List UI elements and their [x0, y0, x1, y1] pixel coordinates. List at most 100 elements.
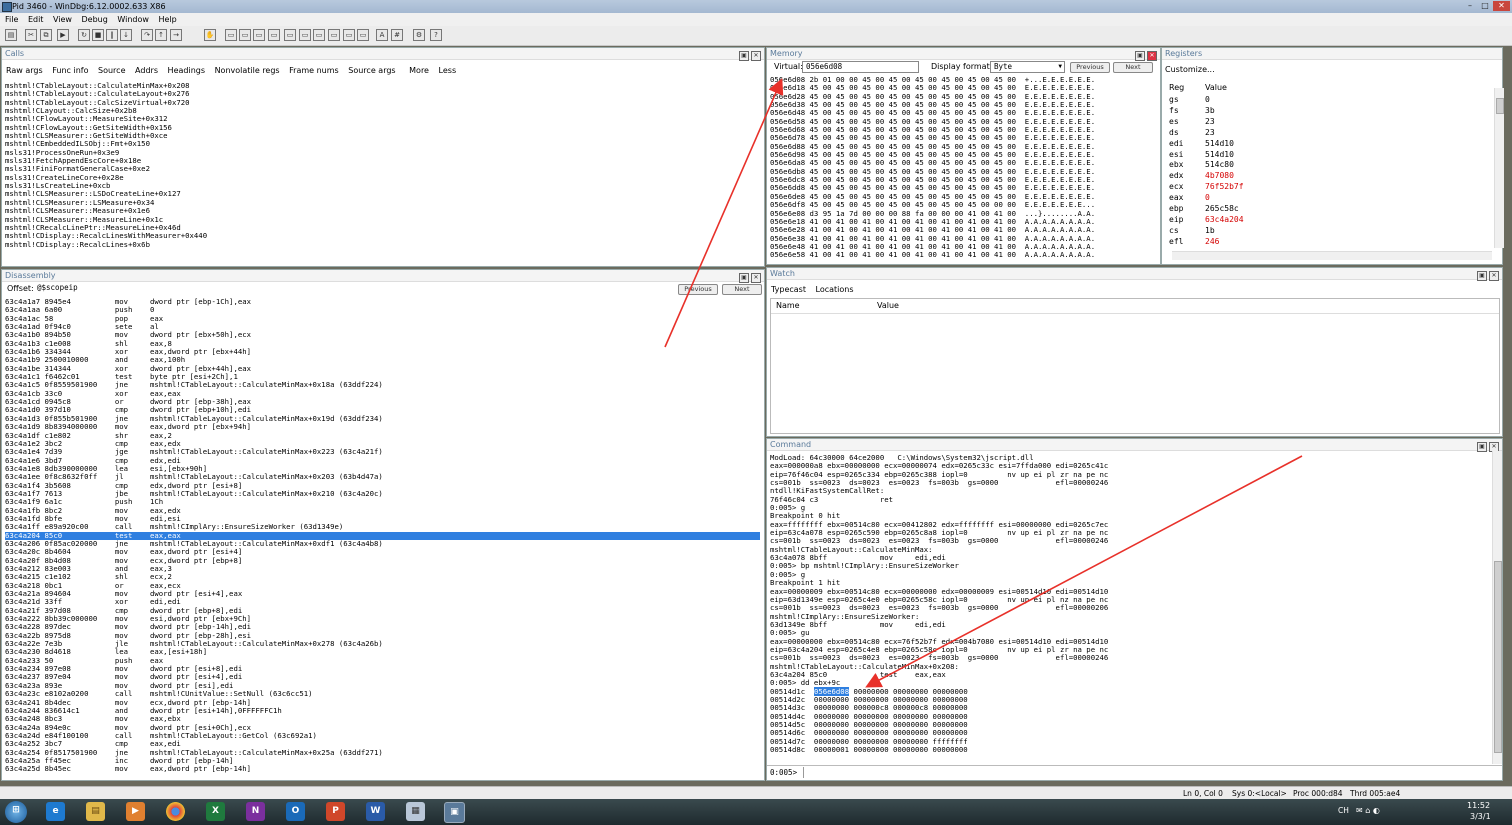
hand-icon[interactable]: ✋ [204, 29, 216, 41]
options-icon[interactable]: ⚙ [413, 29, 425, 41]
clock-date[interactable]: 3/3/1 [1470, 812, 1491, 821]
menu-help[interactable]: Help [158, 15, 176, 24]
headings-button[interactable]: Headings [168, 66, 205, 75]
register-row[interactable]: esi 514d10 [1162, 149, 1482, 160]
menu-window[interactable]: Window [117, 15, 149, 24]
scratch-pad-icon[interactable]: ▭ [328, 29, 340, 41]
explorer-icon[interactable]: ▤ [86, 802, 105, 821]
register-row[interactable]: gs 0 [1162, 94, 1482, 105]
nonvolatile-regs-button[interactable]: Nonvolatile regs [215, 66, 280, 75]
tray-icons[interactable]: ✉ ⌂ ◐ [1356, 806, 1380, 815]
register-value[interactable]: 23 [1205, 127, 1215, 138]
outlook-icon[interactable]: O [286, 802, 305, 821]
register-value[interactable]: 4b7080 [1205, 170, 1234, 181]
run-to-cursor-icon[interactable]: → [170, 29, 182, 41]
calls-window-icon[interactable]: ▭ [299, 29, 311, 41]
chrome-icon[interactable] [166, 802, 185, 821]
disassembly-previous-button[interactable]: Previous [678, 284, 718, 295]
memory-window-icon[interactable]: ▭ [284, 29, 296, 41]
register-row[interactable]: ecx 76f52b7f [1162, 181, 1482, 192]
source-button[interactable]: Source [98, 66, 125, 75]
minimize-button[interactable]: – [1463, 1, 1477, 11]
func-info-button[interactable]: Func info [52, 66, 88, 75]
word-icon[interactable]: W [366, 802, 385, 821]
register-row[interactable]: es 23 [1162, 116, 1482, 127]
copy-icon[interactable]: ⧉ [40, 29, 52, 41]
go-icon[interactable]: ▶ [57, 29, 69, 41]
ie-icon[interactable]: e [46, 802, 65, 821]
register-row[interactable]: eip 63c4a204 [1162, 214, 1482, 225]
source-mode-icon[interactable]: ▭ [357, 29, 369, 41]
register-row[interactable]: ebx 514c80 [1162, 159, 1482, 170]
addrs-button[interactable]: Addrs [135, 66, 158, 75]
help-icon[interactable]: ? [430, 29, 442, 41]
register-row[interactable]: cs 1b [1162, 225, 1482, 236]
register-value[interactable]: 76f52b7f [1205, 181, 1244, 192]
register-value[interactable]: 23 [1205, 116, 1215, 127]
powerpoint-icon[interactable]: P [326, 802, 345, 821]
pane-close-icon[interactable]: ✕ [751, 273, 761, 283]
registers-window-icon[interactable]: ▭ [268, 29, 280, 41]
menu-edit[interactable]: Edit [28, 15, 44, 24]
step-out-icon[interactable]: ↑ [155, 29, 167, 41]
register-value[interactable]: 514d10 [1205, 149, 1234, 160]
language-indicator[interactable]: CH [1338, 806, 1349, 815]
notepad-icon[interactable]: ▦ [406, 802, 425, 821]
cut-icon[interactable]: ✂ [25, 29, 37, 41]
memory-previous-button[interactable]: Previous [1070, 62, 1110, 73]
pane-dock-icon[interactable]: ▣ [1135, 51, 1145, 61]
windbg-icon[interactable]: ▣ [444, 802, 465, 823]
typecast-button[interactable]: Typecast [771, 285, 806, 294]
register-value[interactable]: 265c58c [1205, 203, 1239, 214]
memory-next-button[interactable]: Next [1113, 62, 1153, 73]
register-row[interactable]: edi 514d10 [1162, 138, 1482, 149]
media-icon[interactable]: ▶ [126, 802, 145, 821]
customize-button[interactable]: Customize... [1165, 65, 1215, 74]
clock-time[interactable]: 11:52 [1467, 801, 1490, 810]
disassembly-window-icon[interactable]: ▭ [313, 29, 325, 41]
display-format-select[interactable]: Byte ▼ [990, 61, 1065, 73]
start-icon[interactable]: ⊞ [5, 801, 27, 823]
command-input[interactable] [803, 767, 1494, 778]
step-into-icon[interactable]: ↓ [120, 29, 132, 41]
register-value[interactable]: 1b [1205, 225, 1215, 236]
menu-view[interactable]: View [53, 15, 72, 24]
register-row[interactable]: efl 246 [1162, 236, 1482, 247]
watch-window-icon[interactable]: ▭ [239, 29, 251, 41]
virtual-address-input[interactable]: 056e6d08 [802, 61, 919, 73]
pane-close-icon[interactable]: ✕ [1147, 51, 1157, 61]
onenote-icon[interactable]: N [246, 802, 265, 821]
locals-window-icon[interactable]: ▭ [253, 29, 265, 41]
close-button[interactable]: ✕ [1493, 1, 1510, 11]
register-row[interactable]: ds 23 [1162, 127, 1482, 138]
register-row[interactable]: edx 4b7080 [1162, 170, 1482, 181]
break-icon[interactable]: ‖ [106, 29, 118, 41]
step-over-icon[interactable]: ↷ [141, 29, 153, 41]
register-value[interactable]: 514c80 [1205, 159, 1234, 170]
pane-dock-icon[interactable]: ▣ [1477, 271, 1487, 281]
register-value[interactable]: 0 [1205, 94, 1210, 105]
register-row[interactable]: ebp 265c58c [1162, 203, 1482, 214]
pane-dock-icon[interactable]: ▣ [739, 51, 749, 61]
register-value[interactable]: 514d10 [1205, 138, 1234, 149]
register-value[interactable]: 3b [1205, 105, 1215, 116]
command-scrollbar[interactable] [1492, 451, 1502, 764]
command-window-icon[interactable]: ▭ [225, 29, 237, 41]
register-value[interactable]: 63c4a204 [1205, 214, 1244, 225]
font-icon[interactable]: A [376, 29, 388, 41]
pane-close-icon[interactable]: ✕ [1489, 271, 1499, 281]
registers-scrollbar[interactable] [1494, 88, 1504, 248]
disassembly-next-button[interactable]: Next [722, 284, 762, 295]
locations-button[interactable]: Locations [816, 285, 854, 294]
menu-debug[interactable]: Debug [82, 15, 108, 24]
source-args-button[interactable]: Source args [348, 66, 395, 75]
frame-nums-button[interactable]: Frame nums [289, 66, 339, 75]
hex-icon[interactable]: # [391, 29, 403, 41]
more-button[interactable]: More [409, 66, 429, 75]
less-button[interactable]: Less [439, 66, 457, 75]
open-icon[interactable]: ▤ [5, 29, 17, 41]
registers-hscrollbar[interactable] [1172, 251, 1492, 260]
stop-icon[interactable]: ■ [92, 29, 104, 41]
register-row[interactable]: eax 0 [1162, 192, 1482, 203]
restart-icon[interactable]: ↻ [78, 29, 90, 41]
